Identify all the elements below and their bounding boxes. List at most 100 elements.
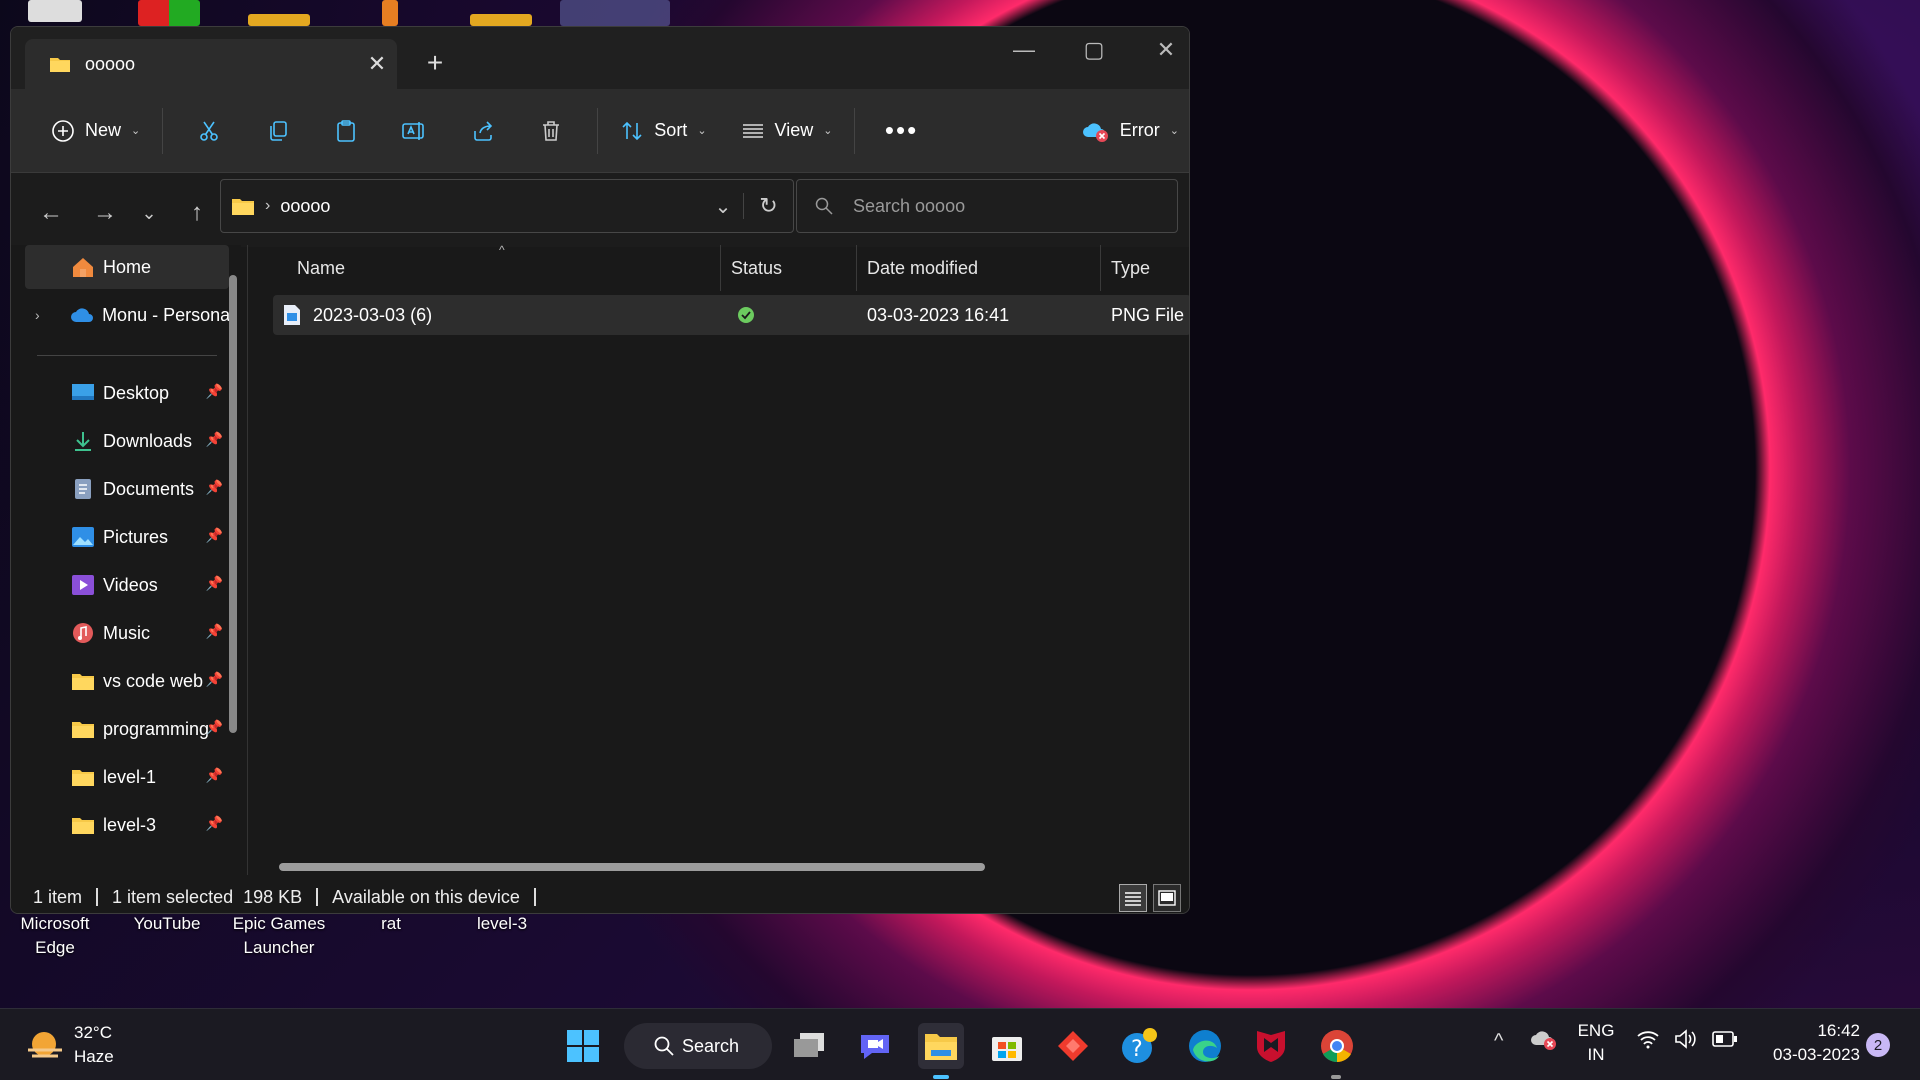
sidebar-item-pictures[interactable]: Pictures 📌: [25, 515, 229, 559]
pin-icon[interactable]: 📌: [206, 479, 223, 496]
column-header-date-modified[interactable]: Date modified: [857, 245, 1101, 291]
up-button[interactable]: ↑: [179, 195, 215, 231]
file-explorer-taskbar-button[interactable]: [918, 1023, 964, 1069]
pin-icon[interactable]: 📌: [206, 671, 223, 688]
desktop-icon-partial[interactable]: [248, 14, 310, 26]
details-view-button[interactable]: [1119, 884, 1147, 912]
task-view-button[interactable]: [786, 1023, 832, 1069]
status-divider: [96, 888, 99, 906]
notification-count: 2: [1873, 1036, 1883, 1054]
sidebar-item-level-3[interactable]: level-3 📌: [25, 803, 229, 847]
sidebar-divider: [37, 355, 217, 356]
pin-icon[interactable]: 📌: [206, 383, 223, 400]
pin-icon[interactable]: 📌: [206, 623, 223, 640]
sidebar-item-documents[interactable]: Documents 📌: [25, 467, 229, 511]
teams-chat-button[interactable]: [852, 1023, 898, 1069]
desktop-icon-youtube[interactable]: YouTube: [117, 912, 217, 936]
clock[interactable]: 16:42 03-03-2023: [1752, 1019, 1860, 1067]
cut-button[interactable]: [175, 109, 243, 153]
horizontal-scrollbar[interactable]: [279, 863, 985, 871]
address-dropdown-icon[interactable]: ⌄: [703, 194, 743, 219]
pin-icon[interactable]: 📌: [206, 431, 223, 448]
mcafee-shield-icon: [1257, 1031, 1285, 1062]
column-header-name[interactable]: Name ^: [257, 243, 721, 291]
sidebar-item-videos[interactable]: Videos 📌: [25, 563, 229, 607]
file-row[interactable]: 2023-03-03 (6) 03-03-2023 16:41 PNG File: [273, 295, 1189, 335]
new-tab-button[interactable]: +: [415, 47, 455, 79]
desktop-icon-partial[interactable]: [382, 0, 398, 26]
expand-chevron-icon[interactable]: ›: [35, 307, 58, 323]
onedrive-status-button[interactable]: Error ⌄: [1072, 109, 1189, 153]
refresh-icon[interactable]: ↻: [743, 193, 793, 219]
column-label: Date modified: [867, 257, 979, 278]
show-hidden-icons-button[interactable]: ^: [1494, 1029, 1503, 1053]
column-label: Type: [1111, 257, 1151, 278]
sort-label: Sort: [654, 120, 688, 140]
sidebar-item-onedrive[interactable]: › Monu - Personal: [25, 293, 229, 337]
get-help-button[interactable]: ?: [1116, 1023, 1162, 1069]
videos-icon: [72, 575, 94, 595]
pin-icon[interactable]: 📌: [206, 719, 223, 736]
column-header-status[interactable]: Status: [721, 245, 857, 291]
desktop-icon-partial[interactable]: [28, 0, 82, 22]
view-button[interactable]: View ⌄: [731, 109, 843, 153]
desktop-icon-edge[interactable]: Microsoft Edge: [5, 912, 105, 960]
sidebar-scrollbar[interactable]: [229, 275, 237, 733]
folder-icon: [72, 818, 94, 834]
large-icons-view-button[interactable]: [1153, 884, 1181, 912]
weather-widget[interactable]: 32°C Haze: [26, 1021, 114, 1069]
paste-button[interactable]: [312, 109, 380, 153]
more-options-button[interactable]: •••: [867, 109, 935, 153]
breadcrumb[interactable]: ooooo: [280, 196, 703, 217]
sidebar-item-downloads[interactable]: Downloads 📌: [25, 419, 229, 463]
desktop-icon-rat[interactable]: rat: [341, 912, 441, 936]
column-header-type[interactable]: Type: [1101, 245, 1189, 291]
pin-icon[interactable]: 📌: [206, 815, 223, 832]
rename-button[interactable]: [380, 109, 448, 153]
pane-divider: [247, 245, 248, 875]
close-window-button[interactable]: ✕: [1131, 37, 1189, 63]
address-bar[interactable]: › ooooo ⌄ ↻: [220, 179, 794, 233]
close-tab-icon[interactable]: ✕: [357, 51, 397, 77]
desktop-icon-level-3[interactable]: level-3: [452, 912, 552, 936]
desktop-icon-partial-selected[interactable]: [560, 0, 670, 26]
forward-button[interactable]: →: [87, 195, 123, 231]
pin-icon[interactable]: 📌: [206, 575, 223, 592]
pin-icon[interactable]: 📌: [206, 527, 223, 544]
maximize-button[interactable]: ▢: [1059, 37, 1129, 63]
sidebar-item-level-1[interactable]: level-1 📌: [25, 755, 229, 799]
notification-badge[interactable]: 2: [1866, 1033, 1890, 1057]
anydesk-button[interactable]: [1050, 1023, 1096, 1069]
desktop-icon-partial[interactable]: [470, 14, 532, 26]
quick-settings-button[interactable]: [1636, 1029, 1738, 1049]
start-button[interactable]: [560, 1023, 606, 1069]
delete-button[interactable]: [517, 109, 585, 153]
back-button[interactable]: ←: [33, 195, 69, 231]
tab-ooooo[interactable]: ooooo ✕: [25, 39, 397, 89]
search-input[interactable]: Search ooooo: [853, 196, 965, 217]
onedrive-error-tray-icon[interactable]: [1530, 1027, 1558, 1058]
pin-icon[interactable]: 📌: [206, 767, 223, 784]
taskbar-search[interactable]: Search: [624, 1023, 772, 1069]
sort-button[interactable]: Sort ⌄: [610, 109, 716, 153]
sidebar-item-programming[interactable]: programming 📌: [25, 707, 229, 751]
copy-button[interactable]: [244, 109, 312, 153]
sidebar-item-vs-code-web[interactable]: vs code web 📌: [25, 659, 229, 703]
sidebar-item-music[interactable]: Music 📌: [25, 611, 229, 655]
share-button[interactable]: [449, 109, 517, 153]
desktop-icon-epic-games[interactable]: Epic Games Launcher: [229, 912, 329, 960]
sidebar-item-home[interactable]: Home: [25, 245, 229, 289]
large-icons-view-icon: [1158, 890, 1176, 906]
new-button[interactable]: New ⌄: [41, 109, 150, 153]
microsoft-store-button[interactable]: [984, 1023, 1030, 1069]
mcafee-button[interactable]: [1248, 1023, 1294, 1069]
minimize-button[interactable]: —: [989, 37, 1059, 63]
sidebar-item-desktop[interactable]: Desktop 📌: [25, 371, 229, 415]
chrome-button[interactable]: [1314, 1023, 1360, 1069]
region-code: IN: [1587, 1045, 1605, 1064]
search-box[interactable]: Search ooooo: [796, 179, 1178, 233]
recent-locations-button[interactable]: ⌄: [131, 195, 167, 231]
microsoft-edge-taskbar-button[interactable]: [1182, 1023, 1228, 1069]
language-indicator[interactable]: ENG IN: [1574, 1019, 1618, 1067]
desktop-icon-partial[interactable]: [138, 0, 200, 26]
